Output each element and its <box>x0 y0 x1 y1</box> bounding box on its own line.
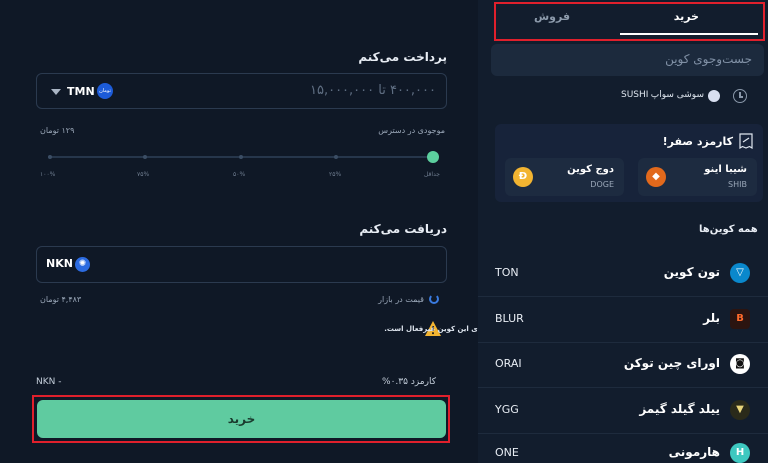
amount-slider-handle[interactable] <box>427 151 439 163</box>
zero-fee-coin-symbol: SHIB <box>728 180 747 189</box>
zero-fee-coin-symbol: DOGE <box>590 180 614 189</box>
coin-name: هارمونی <box>668 445 720 459</box>
toman-icon: تومان <box>97 83 113 99</box>
ygg-icon: ▼ <box>730 400 750 420</box>
coin-symbol: ONE <box>495 446 519 459</box>
pay-section-title: پرداخت می‌کنم <box>358 50 447 64</box>
slider-stop[interactable] <box>334 155 338 159</box>
slider-stop[interactable] <box>239 155 243 159</box>
slider-tick-label: ۵۰% <box>233 171 246 178</box>
market-price-value: ۴,۴۸۳ تومان <box>40 295 82 304</box>
loading-spinner-icon <box>429 294 439 304</box>
coin-name: تون کوین <box>663 265 720 279</box>
zero-fee-card: کارمزد صفر! شیبا اینو SHIB ◆ دوج کوین DO… <box>495 124 763 202</box>
coin-name: اورای چین توکن <box>623 356 720 370</box>
coin-row-ygg[interactable]: YGG ییلد گیلد گیمز ▼ <box>478 388 768 434</box>
slider-stop[interactable] <box>48 155 52 159</box>
dogecoin-icon: Ð <box>513 167 533 187</box>
chevron-down-icon <box>51 89 61 95</box>
all-coins-title: همه کوین‌ها <box>699 224 758 235</box>
coin-symbol: ORAI <box>495 357 522 370</box>
zero-fee-coin-shib[interactable]: شیبا اینو SHIB ◆ <box>638 158 757 196</box>
zero-fee-coin-name: دوج کوین <box>567 164 614 175</box>
slider-tick-label: جداقل <box>424 171 440 178</box>
tabs-highlight <box>494 2 765 41</box>
recent-coin-name: سوشی سواپ <box>650 90 704 100</box>
slider-tick-label: ۱۰۰% <box>40 171 56 178</box>
slider-stop[interactable] <box>143 155 147 159</box>
coin-search-input[interactable]: جست‌وجوی کوین <box>491 44 764 76</box>
coin-row-orai[interactable]: ORAI اورای چین توکن ◙ <box>478 342 768 388</box>
zero-fee-coin-doge[interactable]: دوج کوین DOGE Ð <box>505 158 624 196</box>
coin-search-placeholder: جست‌وجوی کوین <box>665 52 752 66</box>
slider-tick-label: ۲۵% <box>329 171 342 178</box>
pay-amount-placeholder: ۴۰۰,۰۰۰ تا ۱۵,۰۰۰,۰۰۰ <box>310 83 436 98</box>
coin-name: بلر <box>703 311 720 325</box>
amount-slider-track[interactable] <box>48 155 433 159</box>
coin-row-one[interactable]: ONE هارمونی H <box>478 434 768 463</box>
sushi-icon <box>708 90 720 102</box>
coin-symbol: TON <box>495 266 519 279</box>
receive-section-title: دریافت می‌کنم <box>359 222 447 236</box>
history-icon <box>733 89 747 103</box>
recent-coin-chip[interactable]: سوشی سواپ SUSHI <box>620 88 720 104</box>
blur-icon: B <box>730 309 750 329</box>
zero-fee-coin-name: شیبا اینو <box>704 164 747 175</box>
receipt-icon <box>739 133 753 149</box>
receive-currency-code: NKN <box>46 257 73 270</box>
pay-currency-code: TMN <box>67 85 95 98</box>
orai-icon: ◙ <box>730 354 750 374</box>
buy-button[interactable]: خرید <box>37 400 446 438</box>
receive-amount-field[interactable]: NKN ✺ <box>36 246 447 283</box>
coin-name: ییلد گیلد گیمز <box>639 402 720 416</box>
nkn-icon: ✺ <box>75 257 90 272</box>
pay-currency-selector[interactable]: TMN تومان <box>45 82 155 102</box>
pay-amount-field[interactable]: ۴۰۰,۰۰۰ تا ۱۵,۰۰۰,۰۰۰ TMN تومان <box>36 73 447 109</box>
ton-icon: ▽ <box>730 263 750 283</box>
market-price-label: قیمت در بازار <box>378 295 424 304</box>
coin-row-ton[interactable]: TON تون کوین ▽ <box>478 251 768 297</box>
coin-symbol: BLUR <box>495 312 524 325</box>
slider-tick-label: ۷۵% <box>137 171 150 178</box>
zero-fee-title: کارمزد صفر! <box>662 135 733 148</box>
recent-coin-symbol: SUSHI <box>621 90 649 100</box>
harmony-icon: H <box>730 443 750 463</box>
fee-label: کارمزد ۰.۳۵% <box>382 377 436 387</box>
coin-symbol: YGG <box>495 403 519 416</box>
available-balance-value: ۱۲۹ تومان <box>40 126 75 135</box>
shiba-icon: ◆ <box>646 167 666 187</box>
fee-value: - NKN <box>36 377 62 387</box>
available-balance-label: موجودی در دسترس <box>378 126 445 135</box>
coin-row-blur[interactable]: BLUR بلر B <box>478 297 768 343</box>
